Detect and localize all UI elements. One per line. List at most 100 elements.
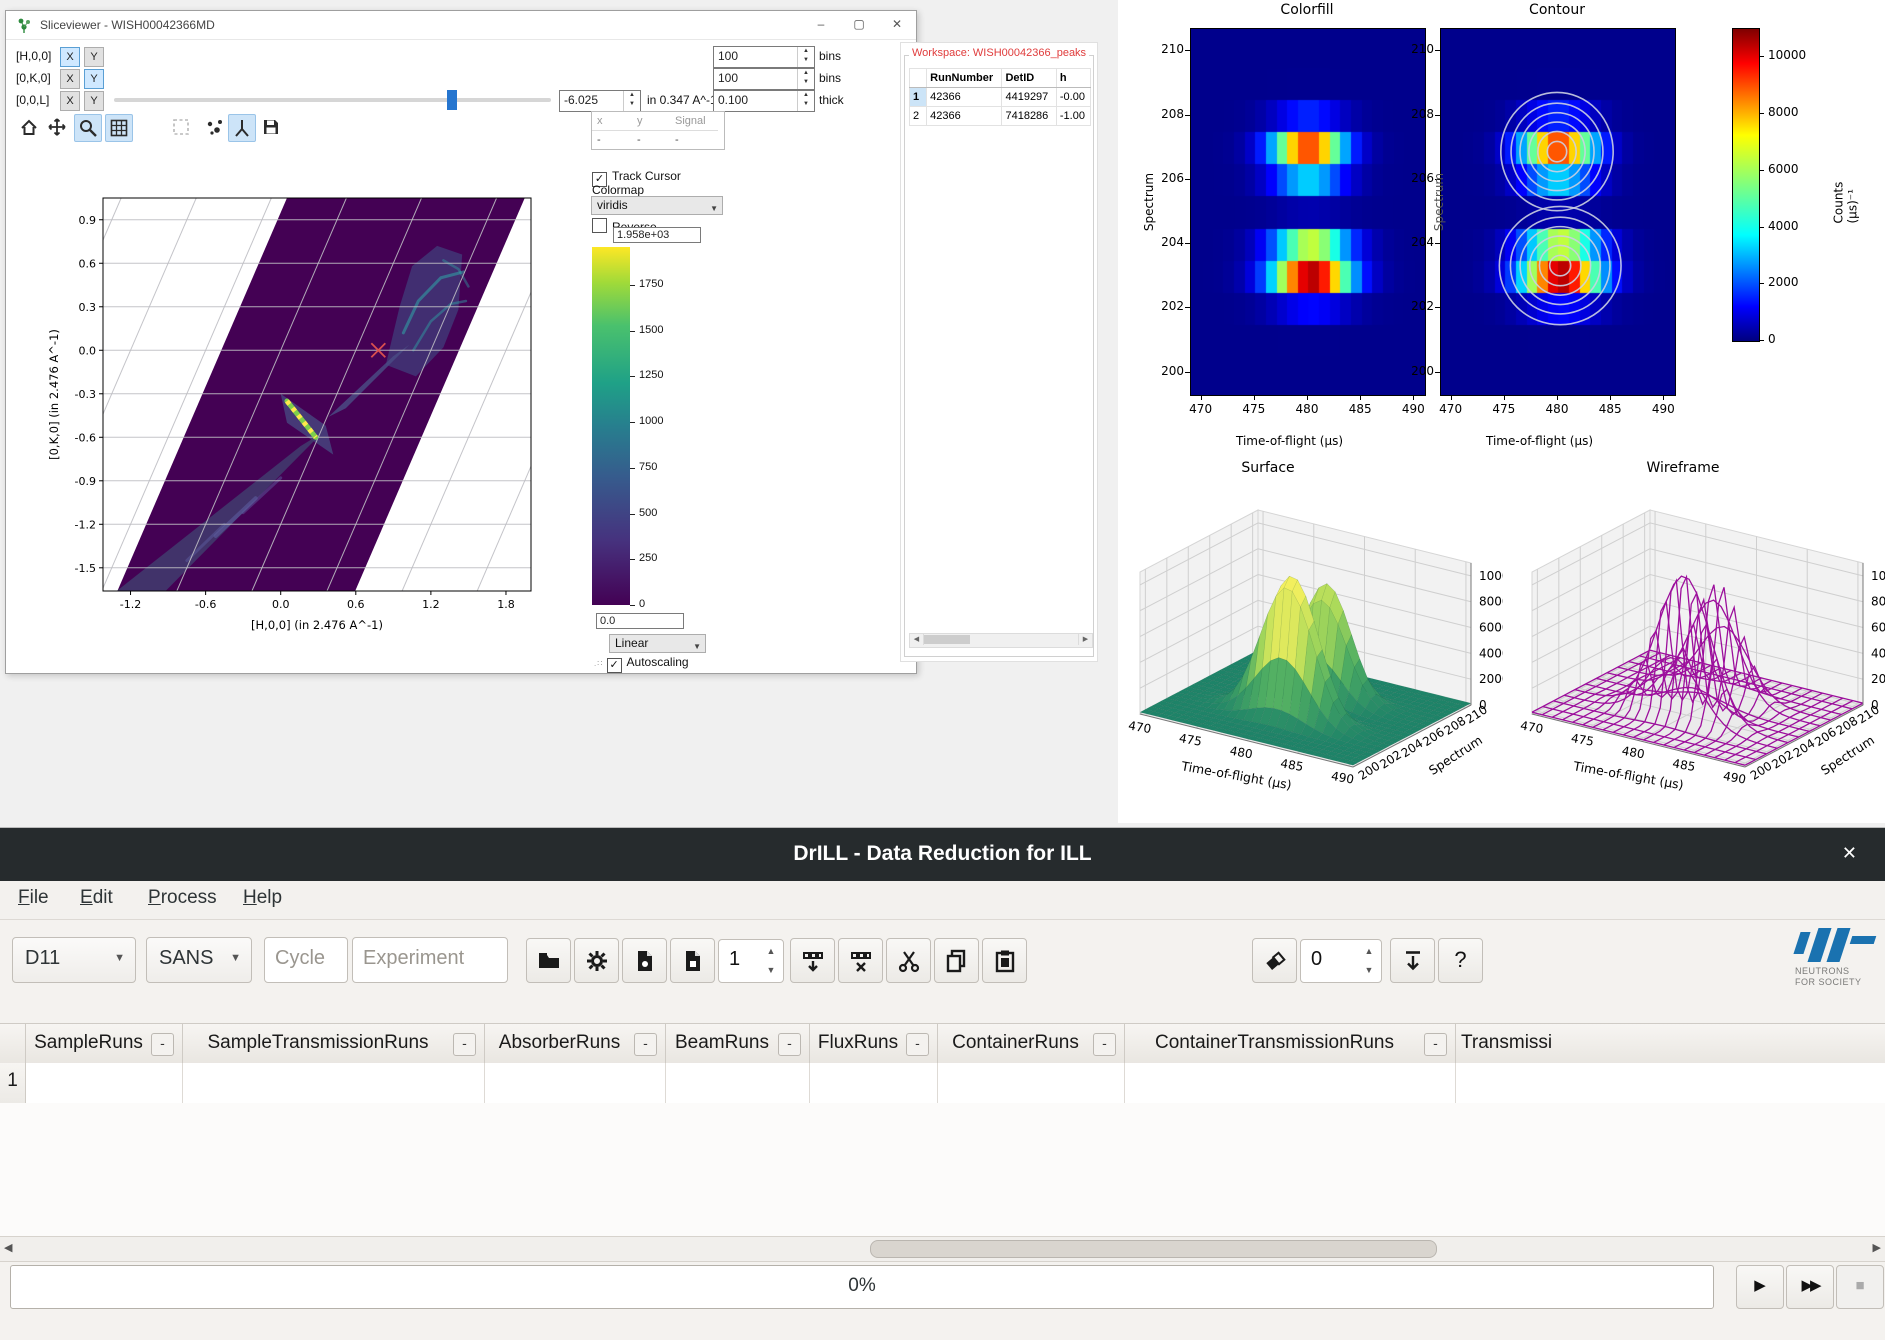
cycle-input[interactable]: Cycle bbox=[264, 937, 348, 983]
peaks-row[interactable]: 1423664419297-0.00 bbox=[910, 88, 1091, 107]
y-axis-button[interactable]: Y bbox=[84, 47, 104, 67]
col-header-SampleRuns[interactable]: SampleRuns- bbox=[25, 1024, 183, 1064]
peaks-hscrollbar[interactable]: ◀ ▶ bbox=[909, 633, 1093, 648]
slice-value-spinbox[interactable]: -6.025 ▲▼ bbox=[559, 90, 641, 112]
cell-Transmissi[interactable] bbox=[1455, 1063, 1885, 1104]
runnumber-cell[interactable]: 42366 bbox=[927, 107, 1002, 126]
column-collapse-button[interactable]: - bbox=[1093, 1033, 1116, 1056]
peaks-row[interactable]: 2423667418286-1.00 bbox=[910, 107, 1091, 126]
x-axis-button[interactable]: X bbox=[60, 47, 80, 67]
lineplots-tool-button[interactable] bbox=[141, 114, 167, 140]
scroll-right-icon[interactable]: ▶ bbox=[1078, 634, 1092, 645]
process-all-button[interactable]: ▶▶ bbox=[1786, 1265, 1834, 1309]
cell-ContainerRuns[interactable] bbox=[937, 1063, 1125, 1104]
wireframe-3d-plot[interactable]: 4704754804854902002022042062082100200040… bbox=[1510, 482, 1885, 817]
export-file-button[interactable] bbox=[670, 938, 715, 983]
colormap-select[interactable]: viridis▼ bbox=[591, 196, 723, 215]
visible-rows-spin[interactable]: 1▲▼ bbox=[718, 939, 784, 983]
y-axis-button[interactable]: Y bbox=[84, 69, 104, 89]
instrument-select[interactable]: D11▼ bbox=[12, 937, 136, 983]
process-selected-button[interactable]: ▶ bbox=[1736, 1265, 1784, 1309]
cell-AbsorberRuns[interactable] bbox=[484, 1063, 666, 1104]
colorbar-min-input[interactable]: 0.0 bbox=[596, 613, 684, 629]
drill-titlebar[interactable]: DrILL - Data Reduction for ILL ✕ bbox=[0, 828, 1885, 881]
col-header-SampleTransmissionRuns[interactable]: SampleTransmissionRuns- bbox=[182, 1024, 485, 1064]
col-header-Transmissi[interactable]: Transmissi bbox=[1455, 1024, 1885, 1064]
menu-edit[interactable]: Edit bbox=[80, 887, 113, 909]
spin-arrows-icon[interactable]: ▲▼ bbox=[797, 47, 814, 67]
fill-button[interactable] bbox=[1390, 938, 1435, 983]
column-collapse-button[interactable]: - bbox=[778, 1033, 801, 1056]
col-header-FluxRuns[interactable]: FluxRuns- bbox=[809, 1024, 938, 1064]
peaks-col-header[interactable]: DetID bbox=[1002, 69, 1056, 88]
close-button[interactable]: ✕ bbox=[878, 11, 916, 38]
reverse-checkbox[interactable] bbox=[592, 218, 607, 233]
copy-button[interactable] bbox=[934, 938, 979, 983]
col-header-AbsorberRuns[interactable]: AbsorberRuns- bbox=[484, 1024, 666, 1064]
menu-process[interactable]: Process bbox=[148, 887, 217, 909]
spin-arrows-icon[interactable]: ▲▼ bbox=[763, 942, 779, 980]
col-header-BeamRuns[interactable]: BeamRuns- bbox=[665, 1024, 810, 1064]
close-icon[interactable]: ✕ bbox=[1842, 843, 1857, 864]
column-collapse-button[interactable]: - bbox=[906, 1033, 929, 1056]
detid-cell[interactable]: 7418286 bbox=[1002, 107, 1056, 126]
autoscale-checkbox[interactable]: ✓ bbox=[607, 658, 622, 673]
peaks-col-header[interactable] bbox=[910, 69, 927, 88]
peaks-overlay-tool-button[interactable] bbox=[228, 114, 256, 142]
cell-SampleRuns[interactable] bbox=[25, 1063, 183, 1104]
cut-button[interactable] bbox=[886, 938, 931, 983]
pan-tool-button[interactable] bbox=[44, 114, 70, 140]
surface-3d-plot[interactable]: 4704754804854902002022042062082100200040… bbox=[1118, 482, 1503, 817]
scroll-left-icon[interactable]: ◀ bbox=[4, 1241, 12, 1254]
zoom-tool-button[interactable] bbox=[74, 114, 102, 142]
peaks-table[interactable]: RunNumberDetIDh1423664419297-0.002423667… bbox=[909, 68, 1091, 126]
stop-button[interactable]: ■ bbox=[1836, 1265, 1884, 1309]
spin-arrows-icon[interactable]: ▲▼ bbox=[1361, 942, 1377, 980]
sliceviewer-titlebar[interactable]: Sliceviewer - WISH00042366MD – ▢ ✕ bbox=[6, 11, 916, 40]
menu-file[interactable]: File bbox=[18, 887, 49, 909]
open-folder-button[interactable] bbox=[526, 938, 571, 983]
experiment-input[interactable]: Experiment bbox=[352, 937, 508, 983]
maximize-button[interactable]: ▢ bbox=[840, 11, 878, 38]
bins-spinbox[interactable]: 0.100▲▼ bbox=[713, 90, 815, 112]
help-button[interactable]: ? bbox=[1438, 938, 1483, 983]
col-header-ContainerRuns[interactable]: ContainerRuns- bbox=[937, 1024, 1125, 1064]
slice-slider-handle[interactable] bbox=[447, 90, 457, 110]
scatter-tool-button[interactable] bbox=[202, 114, 228, 140]
scroll-left-icon[interactable]: ◀ bbox=[910, 634, 924, 645]
minimize-button[interactable]: – bbox=[802, 11, 840, 38]
column-collapse-button[interactable]: - bbox=[151, 1033, 174, 1056]
drill-table-viewport[interactable] bbox=[0, 1103, 1885, 1236]
roi-tool-button[interactable] bbox=[168, 114, 194, 140]
x-axis-button[interactable]: X bbox=[60, 91, 80, 111]
peaks-col-header[interactable]: h bbox=[1056, 69, 1090, 88]
drill-hscrollbar[interactable]: ◀ ▶ bbox=[0, 1236, 1885, 1262]
colorfill-heatmap[interactable] bbox=[1190, 28, 1426, 396]
row-number[interactable]: 2 bbox=[910, 107, 927, 126]
row-number[interactable]: 1 bbox=[910, 88, 927, 107]
scale-select[interactable]: Linear▼ bbox=[609, 634, 706, 653]
cell-BeamRuns[interactable] bbox=[665, 1063, 810, 1104]
cell-FluxRuns[interactable] bbox=[809, 1063, 938, 1104]
settings-button[interactable] bbox=[574, 938, 619, 983]
spin-arrows-icon[interactable]: ▲▼ bbox=[797, 91, 814, 111]
cell-SampleTransmissionRuns[interactable] bbox=[182, 1063, 485, 1104]
spin-arrows-icon[interactable]: ▲▼ bbox=[797, 69, 814, 89]
menu-help[interactable]: Help bbox=[243, 887, 282, 909]
peaks-hscroll-thumb[interactable] bbox=[924, 635, 970, 644]
erase-button[interactable] bbox=[1252, 938, 1297, 983]
bins-spinbox[interactable]: 100▲▼ bbox=[713, 46, 815, 68]
insert-row-button[interactable] bbox=[790, 938, 835, 983]
column-collapse-button[interactable]: - bbox=[1424, 1033, 1447, 1056]
save-file-button[interactable] bbox=[622, 938, 667, 983]
slice-slider-track[interactable] bbox=[114, 98, 551, 102]
col-header-ContainerTransmissionRuns[interactable]: ContainerTransmissionRuns- bbox=[1124, 1024, 1456, 1064]
h-cell[interactable]: -0.00 bbox=[1056, 88, 1090, 107]
grid-tool-button[interactable] bbox=[105, 114, 133, 142]
colorbar-max-input[interactable]: 1.958e+03 bbox=[613, 227, 701, 243]
column-collapse-button[interactable]: - bbox=[453, 1033, 476, 1056]
runnumber-cell[interactable]: 42366 bbox=[927, 88, 1002, 107]
row-header[interactable]: 1 bbox=[0, 1063, 26, 1104]
delete-row-button[interactable] bbox=[838, 938, 883, 983]
spin-arrows-icon[interactable]: ▲▼ bbox=[623, 91, 640, 111]
